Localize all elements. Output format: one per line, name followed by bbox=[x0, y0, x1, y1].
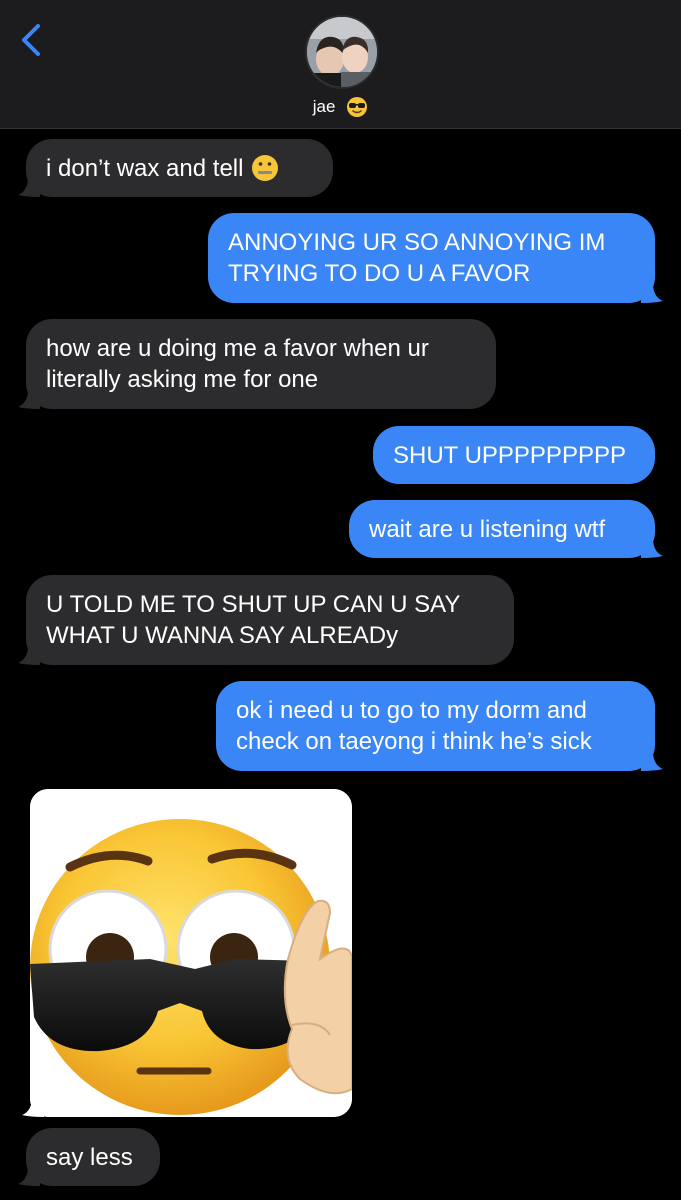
message-bubble-received[interactable]: say less bbox=[18, 1128, 160, 1186]
contact-name[interactable]: jae bbox=[0, 96, 681, 118]
message-text: SHUT UPPPPPPPPP bbox=[393, 441, 626, 469]
bubble-tail bbox=[18, 389, 40, 409]
message-bubble-received[interactable]: how are u doing me a favor when ur liter… bbox=[18, 319, 496, 409]
zipper-mouth-face-icon bbox=[252, 154, 279, 181]
contact-avatar[interactable] bbox=[305, 15, 379, 89]
message-text: literally asking me for one bbox=[46, 366, 319, 393]
chevron-left-icon bbox=[22, 24, 40, 56]
bubble-tail bbox=[18, 1166, 40, 1186]
message-text: TRYING TO DO U A FAVOR bbox=[228, 260, 531, 287]
conversation-header: jae bbox=[0, 0, 681, 129]
smiling-face-with-sunglasses-icon bbox=[347, 97, 368, 117]
message-text: i don’t wax and tell bbox=[46, 154, 244, 182]
message-bubble-sent[interactable]: SHUT UPPPPPPPPP bbox=[373, 426, 655, 484]
message-bubble-sent[interactable]: ANNOYING UR SO ANNOYING IM TRYING TO DO … bbox=[208, 213, 663, 303]
message-text: how are u doing me a favor when ur bbox=[46, 335, 429, 362]
avatar-photo bbox=[307, 17, 377, 87]
message-text: wait are u listening wtf bbox=[369, 515, 606, 543]
message-text: ok i need u to go to my dorm and bbox=[236, 697, 587, 724]
bubble-tail bbox=[641, 283, 663, 303]
bubble-tail bbox=[641, 751, 663, 771]
back-button[interactable] bbox=[14, 18, 54, 60]
message-bubble-sent[interactable]: wait are u listening wtf bbox=[349, 500, 663, 558]
bubble-tail bbox=[22, 1097, 44, 1117]
image-message[interactable] bbox=[22, 789, 352, 1117]
contact-name-text: jae bbox=[312, 97, 336, 116]
message-text: check on taeyong i think he’s sick bbox=[236, 728, 592, 755]
message-text-line: i don’t wax and tell bbox=[46, 153, 313, 184]
message-bubble-received[interactable]: i don’t wax and tell bbox=[18, 139, 333, 197]
message-text: ANNOYING UR SO ANNOYING IM bbox=[228, 229, 606, 256]
message-bubble-sent[interactable]: ok i need u to go to my dorm and check o… bbox=[216, 681, 663, 771]
bubble-tail bbox=[18, 645, 40, 665]
bubble-tail bbox=[641, 538, 663, 558]
flushed-face-with-sunglasses-emoji-image bbox=[30, 789, 352, 1117]
message-text: U TOLD ME TO SHUT UP CAN U SAY bbox=[46, 591, 461, 618]
message-text: WHAT U WANNA SAY ALREADy bbox=[46, 622, 399, 649]
message-bubble-received[interactable]: U TOLD ME TO SHUT UP CAN U SAY WHAT U WA… bbox=[18, 575, 514, 665]
bubble-tail bbox=[18, 177, 40, 197]
message-text: say less bbox=[46, 1143, 133, 1171]
